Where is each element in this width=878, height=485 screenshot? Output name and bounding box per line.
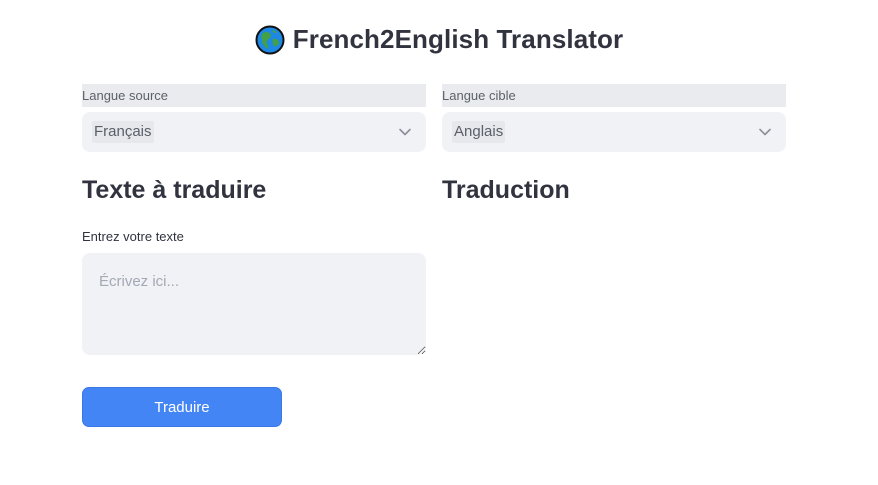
translator-page: French2English Translator Langue source … — [0, 0, 878, 485]
chevron-down-icon[interactable] — [398, 125, 412, 139]
target-language-select[interactable]: Anglais — [442, 112, 786, 152]
globe-icon — [255, 25, 285, 55]
target-language-value: Anglais — [452, 121, 506, 143]
chevron-down-icon[interactable] — [758, 125, 772, 139]
target-language-label: Langue cible — [442, 84, 786, 107]
translate-button[interactable]: Traduire — [82, 387, 282, 427]
source-language-label: Langue source — [82, 84, 426, 107]
text-input[interactable] — [82, 253, 426, 355]
source-language-select[interactable]: Français — [82, 112, 426, 152]
input-heading: Texte à traduire — [82, 176, 267, 204]
output-heading: Traduction — [442, 176, 570, 204]
page-title: French2English Translator — [292, 24, 624, 54]
source-language-value: Français — [92, 121, 154, 143]
title-row: French2English Translator — [0, 24, 878, 55]
input-field-label: Entrez votre texte — [82, 229, 184, 244]
